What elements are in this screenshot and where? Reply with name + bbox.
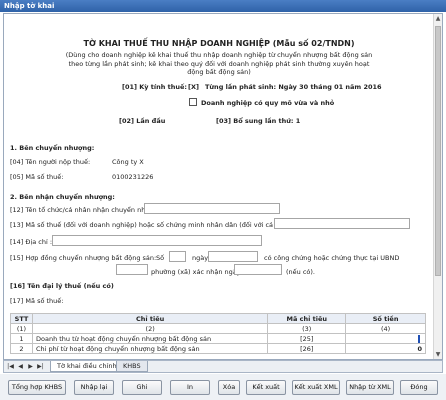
so-label: Số (156, 254, 165, 262)
tong-hop-khbs-button[interactable]: Tổng hợp KHBS (8, 380, 66, 395)
bo-sung-label: [03] Bổ sung lần thứ: 1 (216, 117, 301, 125)
col-header: Mã chỉ tiêu (267, 313, 347, 324)
scroll-up-icon[interactable]: ▲ (434, 14, 442, 23)
row-chi-tieu: Doanh thu từ hoạt động chuyển nhượng bất… (31, 333, 269, 344)
form-note: (Dùng cho doanh nghiệp kê khai thuế thu … (65, 51, 373, 76)
tab-khbs[interactable]: KHBS (116, 361, 148, 372)
ghi-button[interactable]: Ghi (122, 380, 162, 395)
form-title: TỜ KHAI THUẾ THU NHẬP DOANH NGHIỆP (Mẫu … (83, 39, 355, 48)
table-subheader-row: (1) (2) (3) (4) (10, 323, 426, 334)
f15-label: [15] Hợp đồng chuyển nhượng bất động sản… (10, 254, 157, 262)
prev-sheet-icon[interactable]: ◀ (16, 363, 25, 371)
table-header-row: STT Chỉ tiêu Mã chỉ tiêu Số tiền (10, 313, 426, 324)
f14-label: [14] Địa chỉ : (10, 238, 53, 246)
col-header: Số tiền (345, 313, 426, 324)
row-stt: 1 (10, 333, 33, 344)
so-input[interactable] (169, 251, 186, 262)
row-ma: [25] (267, 333, 347, 344)
ubnd-input[interactable] (116, 264, 148, 275)
sheet-tab-bar: |◀ ◀ ▶ ▶| Tờ khai điều chỉnh KHBS (3, 360, 443, 373)
dn-vua-nho-label: Doanh nghiệp có quy mô vừa và nhỏ (201, 99, 335, 107)
row-so-tien: 0 (417, 344, 422, 353)
vertical-scrollbar[interactable]: ▲ ▼ (433, 14, 442, 359)
f14-input[interactable] (52, 235, 262, 246)
last-sheet-icon[interactable]: ▶| (36, 363, 45, 371)
form-area: ▲ ▼ TỜ KHAI THUẾ THU NHẬP DOANH NGHIỆP (… (3, 13, 443, 360)
in-button[interactable]: In (170, 380, 210, 395)
ky-tinh-thue-label: [01] Kỳ tính thuế: (122, 83, 188, 91)
first-sheet-icon[interactable]: |◀ (6, 363, 15, 371)
nhap-tu-xml-button[interactable]: Nhập từ XML (346, 380, 394, 395)
scroll-down-icon[interactable]: ▼ (434, 350, 442, 359)
section3-heading: [16] Tên đại lý thuế (nếu có) (10, 282, 114, 290)
section2-heading: 2. Bên nhận chuyển nhượng: (10, 193, 115, 201)
f12-label: [12] Tên tổ chức/cá nhân nhận chuyển như… (10, 206, 164, 214)
ten-nnt-value: Công ty X (112, 158, 144, 166)
neu-co-label: (nếu có). (286, 268, 315, 276)
cursor-icon (418, 334, 422, 343)
section3-mst-label: [17] Mã số thuế: (10, 297, 64, 305)
table-row: 1 Doanh thu từ hoạt động chuyển nhượng b… (10, 333, 426, 344)
window-title: Nhập tờ khai (0, 0, 446, 12)
row-chi-tieu: Chi phí từ hoạt động chuyển nhượng bất đ… (31, 343, 269, 354)
ket-xuat-xml-button[interactable]: Kết xuất XML (292, 380, 340, 395)
row-stt: 2 (10, 343, 33, 354)
dong-button[interactable]: Đóng (400, 380, 438, 395)
mst-value: 0100231226 (112, 173, 154, 181)
scroll-thumb[interactable] (435, 26, 441, 276)
ket-xuat-button[interactable]: Kết xuất (246, 380, 286, 395)
dn-vua-nho-checkbox[interactable] (189, 98, 197, 106)
tab-to-khai-dieu-chinh[interactable]: Tờ khai điều chỉnh (50, 361, 124, 372)
button-bar: Tổng hợp KHBS Nhập lại Ghi In Xóa Kết xu… (0, 374, 446, 400)
col-subheader: (2) (31, 323, 269, 334)
lan-dau-label: [02] Lần đầu (119, 117, 166, 125)
phuong-label: phường (xã) xác nhận ngày (151, 268, 241, 276)
col-subheader: (3) (267, 323, 347, 334)
ngay-label: ngày (192, 254, 209, 262)
section1-heading: 1. Bên chuyển nhượng: (10, 144, 95, 152)
next-sheet-icon[interactable]: ▶ (26, 363, 35, 371)
table-row: 2 Chi phí từ hoạt động chuyển nhượng bất… (10, 343, 426, 354)
f12-input[interactable] (144, 203, 280, 214)
cong-chung-label: có công chứng hoặc chứng thực tại UBND (264, 254, 400, 262)
xoa-button[interactable]: Xóa (218, 380, 240, 395)
ky-tinh-thue-mark: [X] (188, 83, 199, 91)
mst-label: [05] Mã số thuế: (10, 173, 64, 181)
col-header: STT (10, 313, 33, 324)
ngay-input[interactable] (208, 251, 258, 262)
col-subheader: (1) (10, 323, 33, 334)
col-header: Chỉ tiêu (31, 313, 269, 324)
f13-label: [13] Mã số thuế (đối với doanh nghiệp) h… (10, 221, 297, 229)
ky-tinh-thue-value: Từng lần phát sinh: Ngày 30 tháng 01 năm… (205, 83, 382, 91)
xac-nhan-ngay-input[interactable] (234, 264, 282, 275)
row-so-tien-input[interactable]: 0 (345, 343, 426, 354)
ten-nnt-label: [04] Tên người nộp thuế: (10, 158, 91, 166)
nhap-lai-button[interactable]: Nhập lại (74, 380, 114, 395)
f13-input[interactable] (274, 218, 410, 229)
data-table: STT Chỉ tiêu Mã chỉ tiêu Số tiền (1) (2)… (10, 313, 426, 354)
row-so-tien-input[interactable] (345, 333, 426, 344)
col-subheader: (4) (345, 323, 426, 334)
row-ma: [26] (267, 343, 347, 354)
